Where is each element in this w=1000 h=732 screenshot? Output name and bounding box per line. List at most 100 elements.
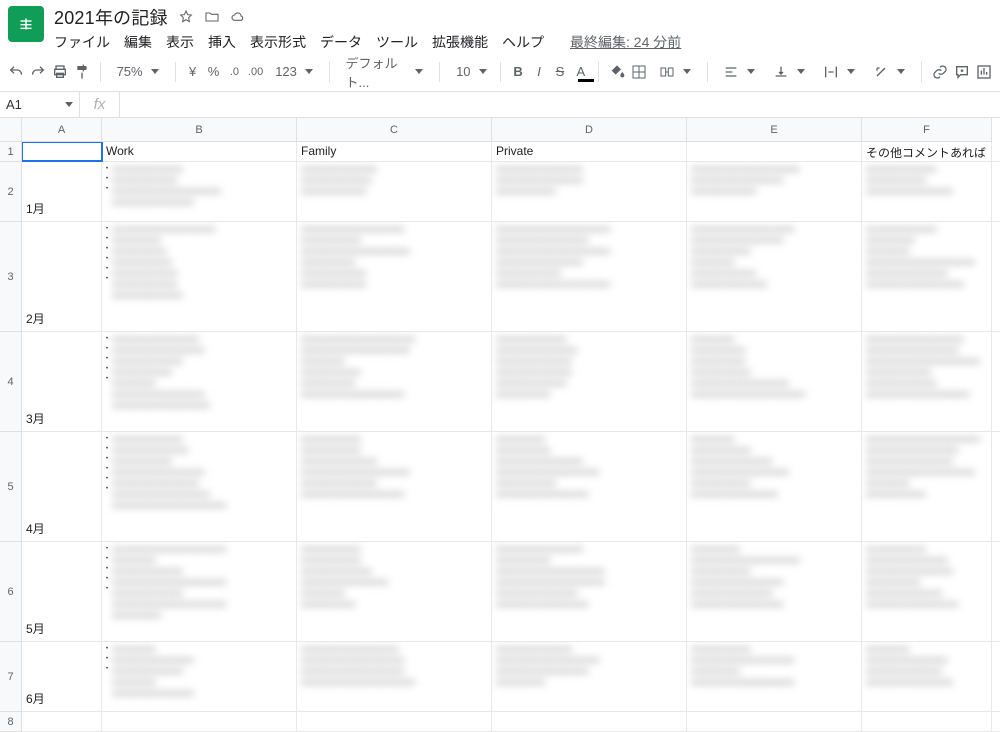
menu-file[interactable]: ファイル bbox=[54, 32, 110, 52]
cell[interactable]: ■■■■■■■■■■■■■■■■■■■■■■■■■■■■■■■■■■■■■■■■… bbox=[492, 642, 687, 711]
menu-view[interactable]: 表示 bbox=[166, 32, 194, 52]
cell[interactable]: ■■■■■■■■■■■■■■■■■■■■■■■■■■■■■■■■■■■■■■■ bbox=[297, 162, 492, 221]
cell[interactable]: ■■■■■■■■■■■■■■■■■■■■■■■■■■■■■■■■■■■■■■■■… bbox=[862, 642, 992, 711]
menu-data[interactable]: データ bbox=[320, 32, 362, 52]
spreadsheet-grid[interactable]: A B C D E F 12345678 WorkFamilyPrivateその… bbox=[0, 118, 1000, 670]
halign-button[interactable] bbox=[717, 64, 761, 80]
wrap-button[interactable] bbox=[817, 64, 861, 80]
decrease-decimal-button[interactable]: .0 bbox=[227, 59, 242, 85]
menu-tools[interactable]: ツール bbox=[376, 32, 418, 52]
col-header-f[interactable]: F bbox=[862, 118, 992, 142]
cell[interactable]: 1月 bbox=[22, 162, 102, 221]
cell[interactable]: ■■■■■■■■■■■■■■■■■■■■■■■■■■■■■■■■■■■■■■■■… bbox=[492, 162, 687, 221]
valign-button[interactable] bbox=[767, 64, 811, 80]
row-header[interactable]: 6 bbox=[0, 542, 22, 642]
cell[interactable]: ■■■■■■■■■■■■■■■■■■■■■■■■■■■■■■■■■■■■■■■■… bbox=[492, 432, 687, 541]
cell[interactable]: ■■■■■■■■■■■■■■■■■■■■■■■■■■■■■■■■■■■■■■■■… bbox=[297, 332, 492, 431]
cell[interactable]: ■■■■■■■■■■■■■■■■■■■■■■■■■■■■■■■■■■■■■■■■… bbox=[687, 642, 862, 711]
font-size-select[interactable]: 10 bbox=[450, 64, 490, 79]
cell[interactable]: ■■■■■■■■■■■■■■■■■■■■■■■■■■■■■■■■■■■■■■■■… bbox=[297, 642, 492, 711]
cell[interactable]: ■■■■■■■■■■■■■■■■■■■■■■■■■■■■■■■■■■■■■■■■ bbox=[862, 162, 992, 221]
font-select[interactable]: デフォルト... bbox=[339, 53, 429, 91]
row-header[interactable]: 1 bbox=[0, 142, 22, 162]
cell[interactable]: ■■■■■■■■■■■■■■■■■■■■■■■■■■■■■■■■■■■■■■■■… bbox=[862, 542, 992, 641]
cell[interactable] bbox=[297, 712, 492, 731]
comment-button[interactable] bbox=[954, 59, 970, 85]
redo-button[interactable] bbox=[30, 59, 46, 85]
row-header[interactable]: 3 bbox=[0, 222, 22, 332]
zoom-select[interactable]: 75% bbox=[111, 64, 165, 79]
col-header-d[interactable]: D bbox=[492, 118, 687, 142]
cell[interactable] bbox=[687, 712, 862, 731]
col-header-b[interactable]: B bbox=[102, 118, 297, 142]
fill-color-button[interactable] bbox=[609, 59, 625, 85]
number-format-select[interactable]: 123 bbox=[269, 64, 319, 79]
doc-title[interactable]: 2021年の記録 bbox=[54, 4, 168, 30]
move-icon[interactable] bbox=[204, 9, 220, 25]
italic-button[interactable]: I bbox=[532, 59, 547, 85]
bold-button[interactable]: B bbox=[511, 59, 526, 85]
link-button[interactable] bbox=[932, 59, 948, 85]
menu-edit[interactable]: 編集 bbox=[124, 32, 152, 52]
percent-button[interactable]: % bbox=[206, 59, 221, 85]
cloud-icon[interactable] bbox=[230, 9, 246, 25]
menu-insert[interactable]: 挿入 bbox=[208, 32, 236, 52]
increase-decimal-button[interactable]: .00 bbox=[248, 59, 263, 85]
cell[interactable]: ■■■■■■■■■■■■■■■■■■■■■■■■■■■■■■■■■■■■■■■■… bbox=[297, 222, 492, 331]
cell[interactable] bbox=[492, 712, 687, 731]
cell[interactable] bbox=[687, 142, 862, 161]
cell[interactable] bbox=[862, 712, 992, 731]
cell[interactable]: ••••••■■■■■■■■■■■■■■■■■■■■■■■■■■■■■■■■■■… bbox=[102, 432, 297, 541]
cell[interactable]: 3月 bbox=[22, 332, 102, 431]
cell[interactable]: その他コメントあれば bbox=[862, 142, 992, 161]
rotate-button[interactable] bbox=[867, 64, 911, 80]
cell[interactable]: Work bbox=[102, 142, 297, 161]
cell[interactable]: 6月 bbox=[22, 642, 102, 711]
cell[interactable]: 4月 bbox=[22, 432, 102, 541]
col-header-e[interactable]: E bbox=[687, 118, 862, 142]
cell[interactable]: ■■■■■■■■■■■■■■■■■■■■■■■■■■■■■■■■■■■■■■■■… bbox=[687, 542, 862, 641]
select-all-corner[interactable] bbox=[0, 118, 22, 142]
cell[interactable]: ■■■■■■■■■■■■■■■■■■■■■■■■■■■■■■■■■■■■■■■■… bbox=[297, 542, 492, 641]
cell[interactable]: ■■■■■■■■■■■■■■■■■■■■■■■■■■■■■■■■■■■■■■■■… bbox=[687, 222, 862, 331]
cell[interactable]: Private bbox=[492, 142, 687, 161]
cell[interactable]: 2月 bbox=[22, 222, 102, 331]
cell[interactable]: ■■■■■■■■■■■■■■■■■■■■■■■■■■■■■■■■■■■■■■■■… bbox=[492, 542, 687, 641]
cell[interactable]: ■■■■■■■■■■■■■■■■■■■■■■■■■■■■■■■■■■■■■■■■… bbox=[687, 432, 862, 541]
cells-area[interactable]: WorkFamilyPrivate その他コメントあれば 1月•••■■■■■■■■… bbox=[22, 142, 1000, 670]
menu-extensions[interactable]: 拡張機能 bbox=[432, 32, 488, 52]
row-header[interactable]: 8 bbox=[0, 712, 22, 732]
row-header[interactable]: 2 bbox=[0, 162, 22, 222]
cell[interactable]: ■■■■■■■■■■■■■■■■■■■■■■■■■■■■■■■■■■■■■■■■… bbox=[492, 222, 687, 331]
print-button[interactable] bbox=[52, 59, 68, 85]
row-header[interactable]: 7 bbox=[0, 642, 22, 712]
cell[interactable]: ■■■■■■■■■■■■■■■■■■■■■■■■■■■■■■■■■■■■■■■■… bbox=[687, 162, 862, 221]
cell[interactable]: ■■■■■■■■■■■■■■■■■■■■■■■■■■■■■■■■■■■■■■■■… bbox=[862, 222, 992, 331]
cell[interactable]: •••••■■■■■■■■■■■■■■■■■■■■■■■■■■■■■■■■■■■… bbox=[102, 542, 297, 641]
cell[interactable] bbox=[102, 712, 297, 731]
cell[interactable]: •••■■■■■■■■■■■■■■■■■■■■■■■■■■■■■■■■■■■■■… bbox=[102, 162, 297, 221]
undo-button[interactable] bbox=[8, 59, 24, 85]
cell[interactable] bbox=[22, 712, 102, 731]
star-icon[interactable] bbox=[178, 9, 194, 25]
currency-button[interactable]: ¥ bbox=[185, 59, 200, 85]
cell[interactable] bbox=[22, 142, 102, 161]
cell[interactable]: 5月 bbox=[22, 542, 102, 641]
chart-button[interactable] bbox=[976, 59, 992, 85]
menu-format[interactable]: 表示形式 bbox=[250, 32, 306, 52]
formula-input[interactable] bbox=[120, 92, 1000, 117]
cell[interactable]: ■■■■■■■■■■■■■■■■■■■■■■■■■■■■■■■■■■■■■■■■… bbox=[297, 432, 492, 541]
cell[interactable]: Family bbox=[297, 142, 492, 161]
paint-format-button[interactable] bbox=[74, 59, 90, 85]
cell[interactable]: ••••••■■■■■■■■■■■■■■■■■■■■■■■■■■■■■■■■■■… bbox=[102, 222, 297, 331]
cell[interactable]: ■■■■■■■■■■■■■■■■■■■■■■■■■■■■■■■■■■■■■■■■… bbox=[862, 332, 992, 431]
merge-button[interactable] bbox=[653, 64, 697, 80]
name-box[interactable]: A1 bbox=[0, 92, 80, 117]
cell[interactable]: ■■■■■■■■■■■■■■■■■■■■■■■■■■■■■■■■■■■■■■■■… bbox=[862, 432, 992, 541]
last-edit[interactable]: 最終編集: 24 分前 bbox=[570, 32, 681, 52]
row-header[interactable]: 4 bbox=[0, 332, 22, 432]
borders-button[interactable] bbox=[631, 59, 647, 85]
menu-help[interactable]: ヘルプ bbox=[502, 32, 544, 52]
col-header-a[interactable]: A bbox=[22, 118, 102, 142]
row-header[interactable]: 5 bbox=[0, 432, 22, 542]
